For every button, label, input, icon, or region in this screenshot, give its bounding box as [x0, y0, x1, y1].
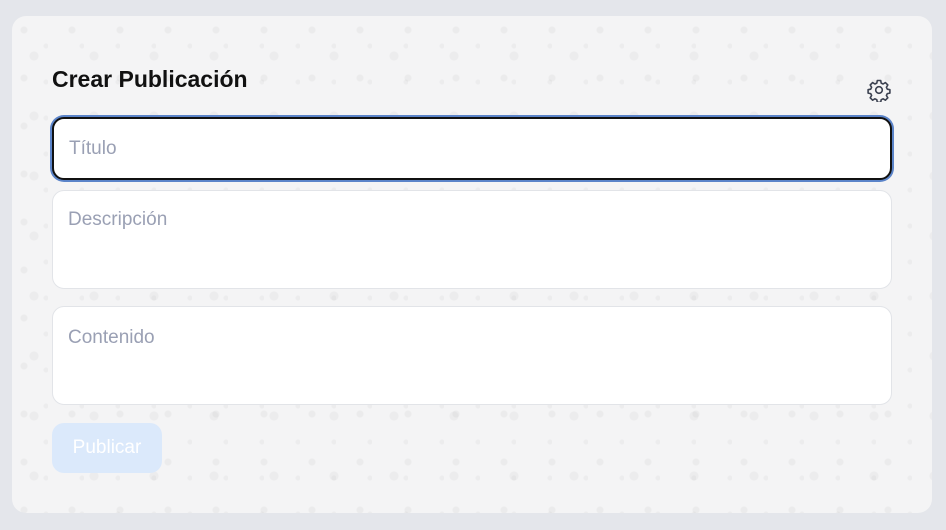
- content-input[interactable]: [52, 306, 892, 405]
- create-post-card: Crear Publicación Publicar: [12, 16, 932, 513]
- title-input[interactable]: [52, 117, 892, 180]
- description-input[interactable]: [52, 190, 892, 289]
- page-title: Crear Publicación: [52, 66, 248, 92]
- gear-icon[interactable]: [867, 78, 891, 104]
- publish-button[interactable]: Publicar: [52, 423, 162, 473]
